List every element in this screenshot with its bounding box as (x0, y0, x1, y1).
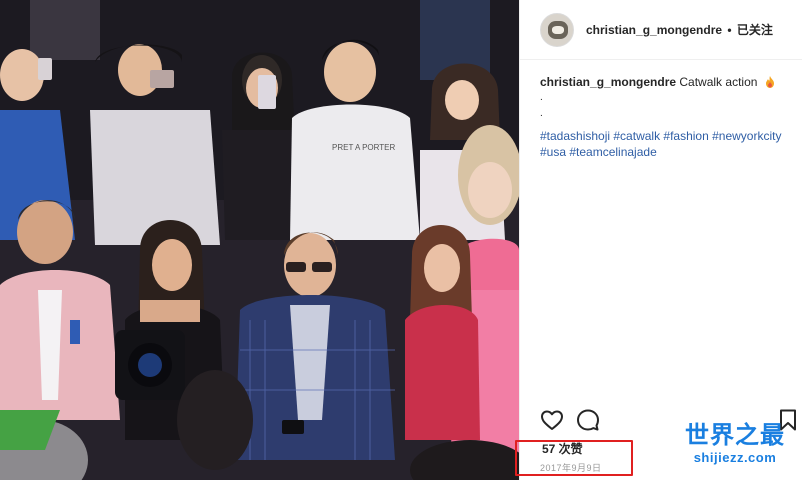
header-username-link[interactable]: christian_g_mongendre (586, 23, 722, 37)
avatar[interactable] (540, 12, 574, 47)
caption-dot-line: . (540, 92, 543, 103)
watermark-title: 世界之最 (685, 421, 785, 449)
hashtags-line-1[interactable]: #tadashishoji #catwalk #fashion #newyork… (540, 129, 781, 143)
follow-status-button[interactable]: 已关注 (737, 23, 773, 37)
caption-first-line: christian_g_mongendre Catwalk action (540, 74, 790, 90)
fire-emoji-icon (765, 76, 774, 88)
svg-text:PRET A PORTER: PRET A PORTER (332, 143, 396, 152)
post-header: christian_g_mongendre • 已关注 (520, 0, 802, 60)
post-photo[interactable]: PRET A PORTER (0, 0, 519, 480)
heart-icon[interactable] (540, 408, 564, 432)
site-watermark: 世界之最 shijiezz.com (672, 420, 798, 476)
header-separator: • (727, 23, 732, 37)
runway-scene-illustration: PRET A PORTER (0, 0, 519, 480)
avatar-dog-face (552, 25, 564, 34)
hashtags-line-2[interactable]: #usa #teamcelinajade (540, 145, 657, 159)
post-panel: christian_g_mongendre • 已关注 christian_g_… (519, 0, 802, 480)
watermark-url: shijiezz.com (693, 450, 777, 465)
caption-dot-line: . (540, 108, 543, 119)
highlight-box (515, 440, 633, 476)
comment-icon[interactable] (576, 408, 600, 432)
caption-text: Catwalk action (679, 75, 758, 89)
caption-hashtags[interactable]: #tadashishoji #catwalk #fashion #newyork… (540, 128, 790, 160)
post-caption: christian_g_mongendre Catwalk action . .… (540, 74, 790, 160)
post-header-text: christian_g_mongendre • 已关注 (586, 21, 773, 38)
caption-username-link[interactable]: christian_g_mongendre (540, 75, 676, 89)
